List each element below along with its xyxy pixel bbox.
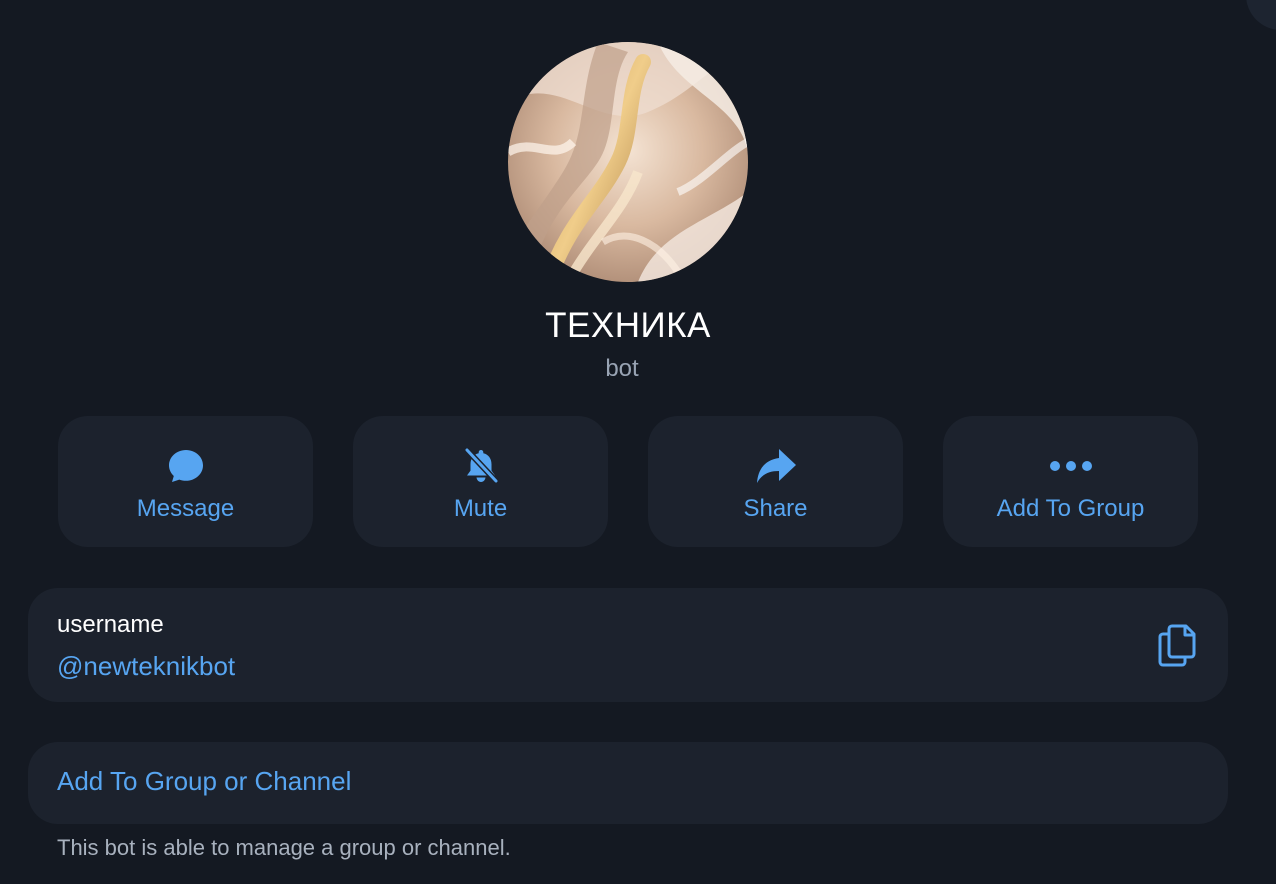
- more-dots-icon: [943, 446, 1198, 486]
- avatar-image: [508, 42, 748, 282]
- share-button[interactable]: Share: [648, 416, 903, 547]
- share-button-label: Share: [743, 495, 808, 522]
- message-button-label: Message: [136, 495, 235, 522]
- username-value[interactable]: @newteknikbot: [57, 651, 235, 682]
- copy-icon[interactable]: [1154, 622, 1200, 668]
- bell-slash-icon: [353, 446, 608, 486]
- message-bubble-icon: [58, 446, 313, 486]
- add-to-group-note: This bot is able to manage a group or ch…: [57, 835, 511, 860]
- window-corner-control[interactable]: [1246, 0, 1276, 30]
- add-to-group-button[interactable]: Add To Group: [943, 416, 1198, 547]
- message-button[interactable]: Message: [58, 416, 313, 547]
- profile-name: ТЕХНИКА: [545, 306, 711, 345]
- username-label: username: [57, 611, 164, 638]
- bot-profile-page: ТЕХНИКА bot Message Mute Share Add To Gr…: [0, 0, 1276, 884]
- share-arrow-icon: [648, 446, 903, 486]
- avatar[interactable]: [508, 42, 748, 282]
- mute-button-label: Mute: [453, 495, 508, 522]
- username-card[interactable]: username @newteknikbot: [28, 588, 1228, 702]
- add-to-group-or-channel-label: Add To Group or Channel: [57, 766, 352, 796]
- add-to-group-or-channel-button[interactable]: Add To Group or Channel: [28, 742, 1228, 824]
- mute-button[interactable]: Mute: [353, 416, 608, 547]
- add-to-group-button-label: Add To Group: [996, 495, 1145, 522]
- profile-subtitle: bot: [605, 355, 639, 382]
